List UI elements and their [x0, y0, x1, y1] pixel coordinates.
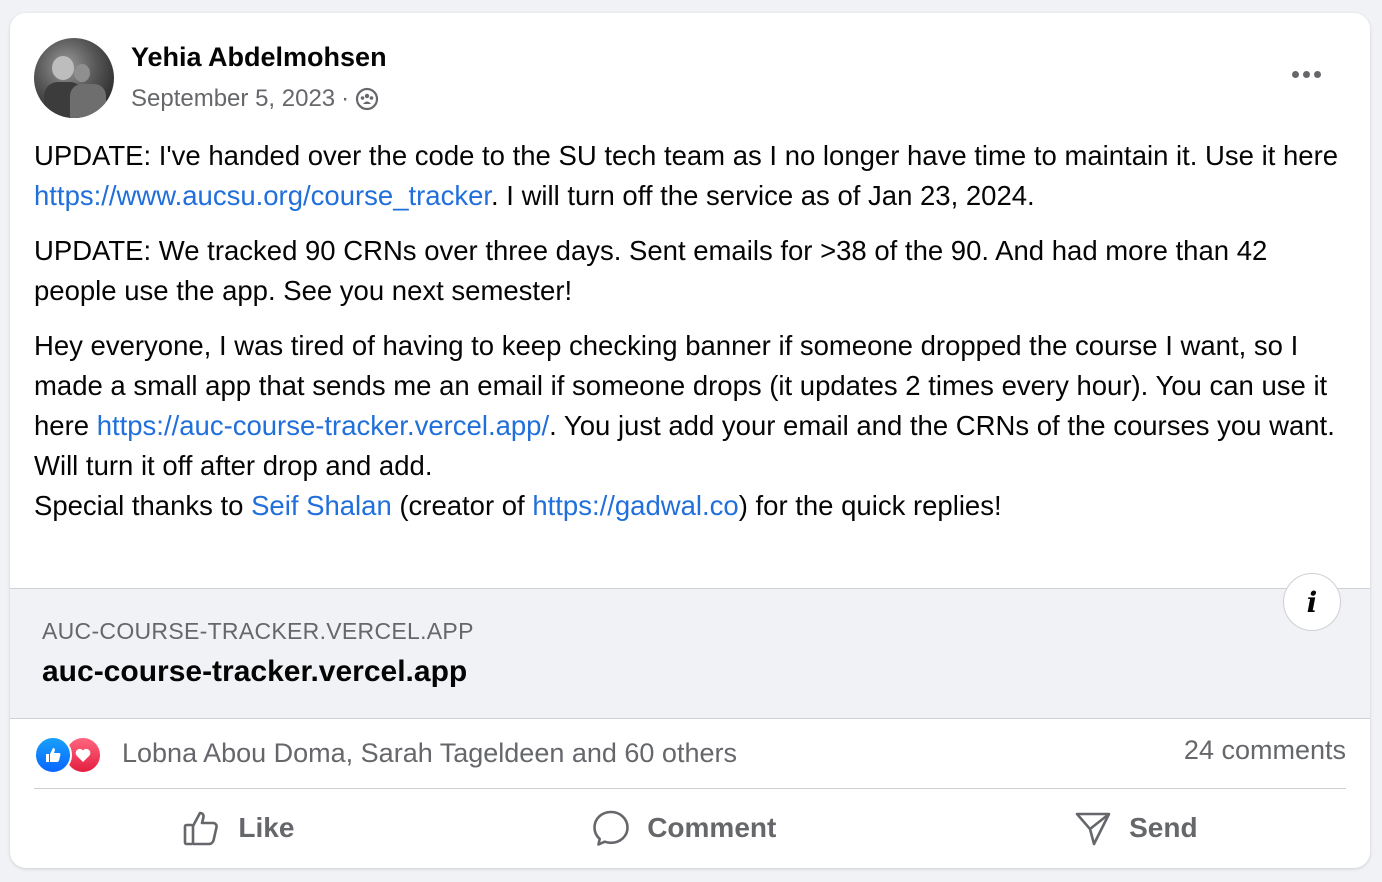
post-link[interactable]: https://gadwal.co [532, 490, 738, 521]
divider [34, 788, 1346, 789]
post-date[interactable]: September 5, 2023 [131, 85, 335, 113]
send-icon [1075, 812, 1111, 846]
post-body: UPDATE: I've handed over the code to the… [34, 136, 1350, 541]
info-icon[interactable]: i [1283, 573, 1341, 631]
comment-icon [593, 810, 630, 846]
author-avatar[interactable] [34, 38, 114, 118]
reactions-bar: Lobna Abou Doma, Sarah Tageldeen and 60 … [34, 731, 1346, 775]
post-paragraph: Hey everyone, I was tired of having to k… [34, 330, 1335, 521]
comment-label: Comment [647, 812, 777, 843]
author-name[interactable]: Yehia Abdelmohsen [131, 42, 387, 73]
post-meta: September 5, 2023 · [131, 85, 379, 113]
post-paragraph: UPDATE: We tracked 90 CRNs over three da… [34, 235, 1268, 306]
thumbs-up-icon [184, 811, 219, 846]
meta-separator: · [341, 85, 350, 112]
comment-button[interactable]: Comment [561, 800, 806, 856]
like-button[interactable]: Like [152, 800, 324, 856]
post-link[interactable]: https://auc-course-tracker.vercel.app/ [97, 410, 549, 441]
post-paragraph: UPDATE: I've handed over the code to the… [34, 140, 1339, 211]
like-reaction-icon [34, 736, 72, 774]
preview-domain: AUC-COURSE-TRACKER.VERCEL.APP [42, 618, 474, 644]
friends-icon[interactable] [355, 87, 379, 111]
post-link[interactable]: https://www.aucsu.org/course_tracker [34, 180, 491, 211]
reaction-icons[interactable] [34, 735, 112, 774]
comments-count[interactable]: 24 comments [1184, 735, 1346, 766]
like-label: Like [238, 812, 295, 843]
send-button[interactable]: Send [1043, 800, 1227, 856]
mention-link[interactable]: Seif Shalan [251, 490, 392, 521]
link-preview[interactable]: AUC-COURSE-TRACKER.VERCEL.APP auc-course… [10, 588, 1370, 719]
preview-title: auc-course-tracker.vercel.app [42, 655, 468, 688]
more-options-icon[interactable] [1286, 64, 1326, 84]
send-label: Send [1129, 812, 1198, 843]
post-card: Yehia Abdelmohsen September 5, 2023 · UP… [10, 13, 1370, 868]
reactors-text[interactable]: Lobna Abou Doma, Sarah Tageldeen and 60 … [122, 738, 737, 769]
post-header: Yehia Abdelmohsen September 5, 2023 · [34, 38, 1346, 118]
action-bar: Like Comment Send [34, 796, 1346, 860]
